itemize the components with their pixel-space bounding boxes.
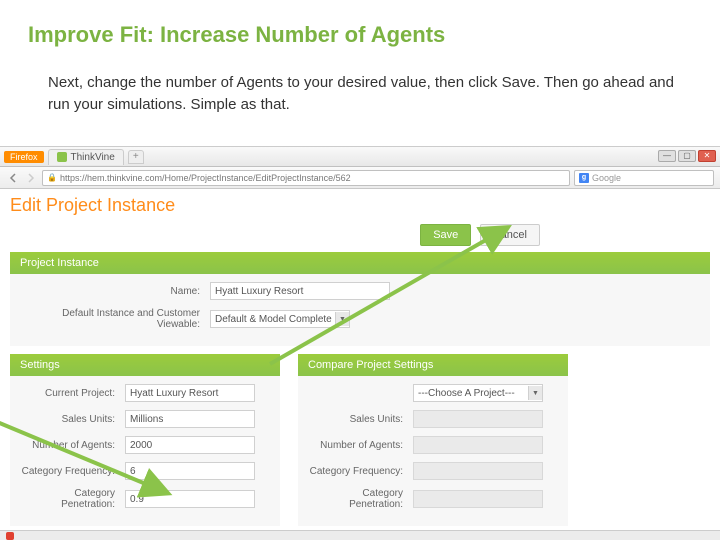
category-penetration-input[interactable] <box>125 490 255 508</box>
firefox-label: Firefox <box>4 151 44 163</box>
default-instance-value: Default & Model Complete <box>215 314 332 325</box>
compare-agents-value <box>413 436 543 454</box>
compare-cat-freq-value <box>413 462 543 480</box>
category-penetration-label: Category Penetration: <box>20 488 125 510</box>
slide-body-text: Next, change the number of Agents to you… <box>0 48 720 116</box>
compare-cat-freq-label: Category Frequency: <box>308 466 413 477</box>
page-content: Edit Project Instance Save Cancel Projec… <box>0 189 720 530</box>
status-indicator-icon <box>6 532 14 540</box>
back-button[interactable] <box>6 171 20 185</box>
action-buttons: Save Cancel <box>10 224 710 246</box>
sales-units-input[interactable] <box>125 410 255 428</box>
compare-sales-units-value <box>413 410 543 428</box>
browser-tab[interactable]: ThinkVine <box>48 149 124 165</box>
chevron-down-icon: ▼ <box>335 312 349 326</box>
tab-title: ThinkVine <box>71 152 115 163</box>
number-of-agents-input[interactable] <box>125 436 255 454</box>
settings-header: Settings <box>10 354 280 376</box>
address-bar[interactable]: 🔒 https://hem.thinkvine.com/Home/Project… <box>42 170 570 186</box>
current-project-label: Current Project: <box>20 388 125 399</box>
settings-section: Settings Current Project: Sales Units: N… <box>10 354 280 526</box>
category-frequency-input[interactable] <box>125 462 255 480</box>
category-frequency-label: Category Frequency: <box>20 466 125 477</box>
compare-project-select[interactable]: ---Choose A Project--- ▼ <box>413 384 543 402</box>
page-title: Edit Project Instance <box>10 195 710 216</box>
browser-toolbar: 🔒 https://hem.thinkvine.com/Home/Project… <box>0 167 720 189</box>
tab-favicon <box>57 152 67 162</box>
search-placeholder: Google <box>592 173 621 183</box>
browser-tab-strip: Firefox ThinkVine + — ▢ ✕ <box>0 147 720 167</box>
default-instance-select[interactable]: Default & Model Complete ▼ <box>210 310 350 328</box>
slide-title: Improve Fit: Increase Number of Agents <box>0 0 720 48</box>
window-close-button[interactable]: ✕ <box>698 150 716 162</box>
sales-units-label: Sales Units: <box>20 414 125 425</box>
name-label: Name: <box>20 286 210 297</box>
current-project-input[interactable] <box>125 384 255 402</box>
compare-agents-label: Number of Agents: <box>308 440 413 451</box>
project-instance-header: Project Instance <box>10 252 710 274</box>
compare-sales-units-label: Sales Units: <box>308 414 413 425</box>
window-maximize-button[interactable]: ▢ <box>678 150 696 162</box>
google-icon: g <box>579 173 589 183</box>
save-button[interactable]: Save <box>420 224 471 246</box>
browser-screenshot: Firefox ThinkVine + — ▢ ✕ 🔒 https://hem.… <box>0 146 720 540</box>
url-text: https://hem.thinkvine.com/Home/ProjectIn… <box>60 173 351 183</box>
lock-icon: 🔒 <box>47 173 57 182</box>
chevron-down-icon: ▼ <box>528 386 542 400</box>
compare-section: Compare Project Settings ---Choose A Pro… <box>298 354 568 526</box>
compare-cat-pen-label: Category Penetration: <box>308 488 413 510</box>
new-tab-button[interactable]: + <box>128 150 144 164</box>
project-instance-section: Project Instance Name: Default Instance … <box>10 252 710 346</box>
name-input[interactable] <box>210 282 390 300</box>
forward-button[interactable] <box>24 171 38 185</box>
compare-cat-pen-value <box>413 490 543 508</box>
search-box[interactable]: g Google <box>574 170 714 186</box>
cancel-button[interactable]: Cancel <box>480 224 540 246</box>
number-of-agents-label: Number of Agents: <box>20 440 125 451</box>
compare-project-value: ---Choose A Project--- <box>418 388 515 399</box>
compare-header: Compare Project Settings <box>298 354 568 376</box>
window-minimize-button[interactable]: — <box>658 150 676 162</box>
browser-status-bar <box>0 530 720 540</box>
default-instance-label: Default Instance and Customer Viewable: <box>20 308 210 330</box>
